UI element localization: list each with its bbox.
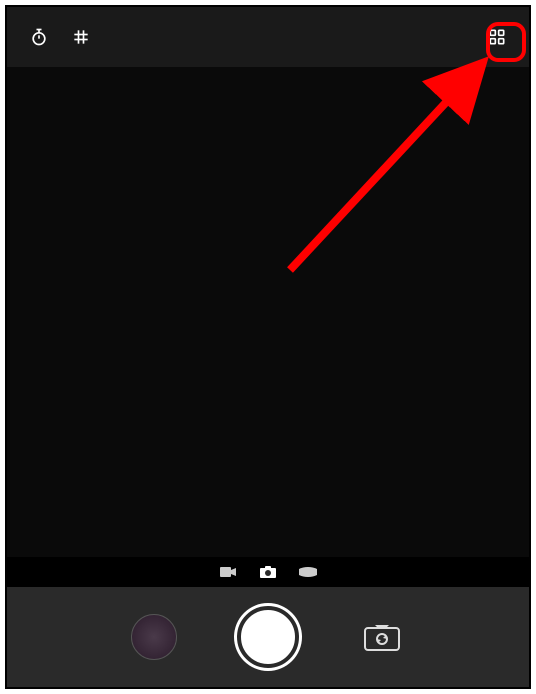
grid-button[interactable] <box>69 25 93 49</box>
filters-button[interactable] <box>485 25 509 49</box>
timer-icon <box>29 27 49 47</box>
filters-icon <box>487 27 507 47</box>
camera-app-frame <box>5 5 531 689</box>
timer-button[interactable] <box>27 25 51 49</box>
switch-camera-button[interactable] <box>359 619 405 655</box>
mode-photo[interactable] <box>259 565 277 579</box>
mode-video[interactable] <box>219 565 237 579</box>
mode-selector <box>7 557 529 587</box>
shutter-button[interactable] <box>237 606 299 668</box>
gallery-thumbnail[interactable] <box>131 614 177 660</box>
grid-icon <box>71 27 91 47</box>
top-left-controls <box>27 25 93 49</box>
mode-panorama[interactable] <box>299 565 317 579</box>
video-icon <box>220 566 236 578</box>
camera-icon <box>260 566 276 578</box>
top-right-controls <box>485 25 509 49</box>
camera-viewfinder[interactable] <box>7 67 529 557</box>
switch-camera-icon <box>363 622 401 652</box>
bottom-toolbar <box>7 587 529 687</box>
top-toolbar <box>7 7 529 67</box>
panorama-icon <box>299 567 317 577</box>
